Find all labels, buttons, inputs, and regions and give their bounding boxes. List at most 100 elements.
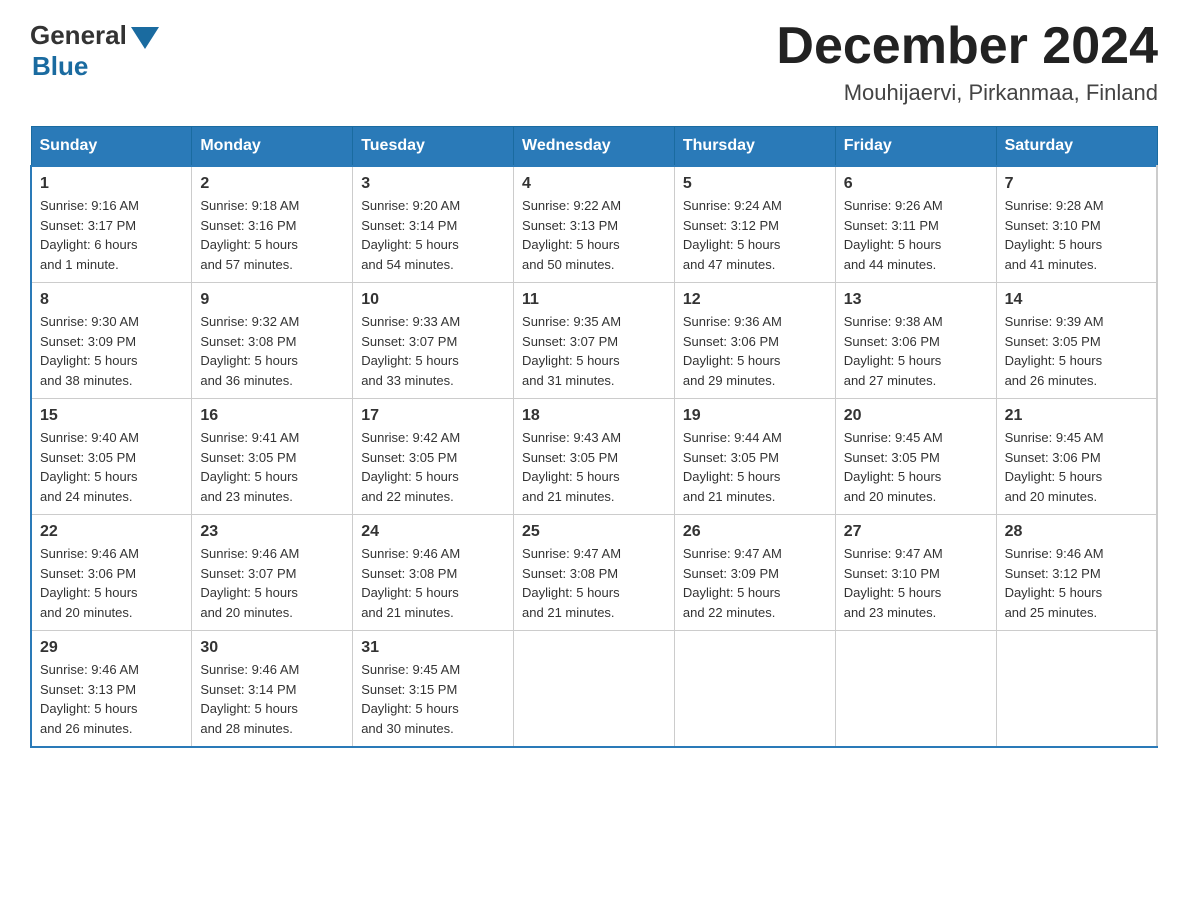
calendar-cell: 7Sunrise: 9:28 AMSunset: 3:10 PMDaylight… — [996, 166, 1157, 283]
day-info: Sunrise: 9:45 AMSunset: 3:15 PMDaylight:… — [361, 660, 505, 738]
calendar-week-row: 8 Sunrise: 9:30 AMSunset: 3:09 PMDaylight… — [31, 283, 1157, 399]
day-number: 29 — [40, 639, 183, 657]
calendar-cell: 2 Sunrise: 9:18 AMSunset: 3:16 PMDaylight… — [192, 166, 353, 283]
calendar-cell: 23 Sunrise: 9:46 AMSunset: 3:07 PMDayligh… — [192, 515, 353, 631]
calendar-cell: 20Sunrise: 9:45 AMSunset: 3:05 PMDayligh… — [835, 399, 996, 515]
calendar-cell: 27 Sunrise: 9:47 AMSunset: 3:10 PMDayligh… — [835, 515, 996, 631]
calendar-week-row: 15 Sunrise: 9:40 AMSunset: 3:05 PMDayligh… — [31, 399, 1157, 515]
location-text: Mouhijaervi, Pirkanmaa, Finland — [776, 80, 1158, 106]
calendar-cell: 31 Sunrise: 9:45 AMSunset: 3:15 PMDayligh… — [353, 631, 514, 748]
logo-general-text: General — [30, 20, 127, 51]
day-number: 7 — [1005, 175, 1148, 193]
calendar-cell: 22 Sunrise: 9:46 AMSunset: 3:06 PMDayligh… — [31, 515, 192, 631]
day-number: 1 — [40, 175, 183, 193]
day-info: Sunrise: 9:41 AMSunset: 3:05 PMDaylight:… — [200, 428, 344, 506]
day-info: Sunrise: 9:45 AMSunset: 3:06 PMDaylight:… — [1005, 428, 1148, 506]
page-header: General Blue December 2024 Mouhijaervi, … — [30, 20, 1158, 106]
calendar-cell: 1 Sunrise: 9:16 AMSunset: 3:17 PMDaylight… — [31, 166, 192, 283]
calendar-cell: 13 Sunrise: 9:38 AMSunset: 3:06 PMDayligh… — [835, 283, 996, 399]
month-title: December 2024 — [776, 20, 1158, 72]
day-number: 9 — [200, 291, 344, 309]
day-number: 13 — [844, 291, 988, 309]
day-info: Sunrise: 9:46 AMSunset: 3:13 PMDaylight:… — [40, 660, 183, 738]
logo-arrow-icon — [131, 27, 159, 49]
calendar-week-row: 29 Sunrise: 9:46 AMSunset: 3:13 PMDayligh… — [31, 631, 1157, 748]
day-info: Sunrise: 9:38 AMSunset: 3:06 PMDaylight:… — [844, 312, 988, 390]
calendar-cell: 19 Sunrise: 9:44 AMSunset: 3:05 PMDayligh… — [674, 399, 835, 515]
day-number: 10 — [361, 291, 505, 309]
header-thursday: Thursday — [674, 127, 835, 167]
calendar-cell: 18Sunrise: 9:43 AMSunset: 3:05 PMDayligh… — [514, 399, 675, 515]
day-info: Sunrise: 9:47 AMSunset: 3:08 PMDaylight:… — [522, 544, 666, 622]
calendar-cell: 26Sunrise: 9:47 AMSunset: 3:09 PMDayligh… — [674, 515, 835, 631]
calendar-cell: 16Sunrise: 9:41 AMSunset: 3:05 PMDayligh… — [192, 399, 353, 515]
day-number: 5 — [683, 175, 827, 193]
day-info: Sunrise: 9:40 AMSunset: 3:05 PMDaylight:… — [40, 428, 183, 506]
day-number: 22 — [40, 523, 183, 541]
day-info: Sunrise: 9:46 AMSunset: 3:08 PMDaylight:… — [361, 544, 505, 622]
day-number: 8 — [40, 291, 183, 309]
header-sunday: Sunday — [31, 127, 192, 167]
day-info: Sunrise: 9:44 AMSunset: 3:05 PMDaylight:… — [683, 428, 827, 506]
calendar-cell — [514, 631, 675, 748]
calendar-cell: 24 Sunrise: 9:46 AMSunset: 3:08 PMDayligh… — [353, 515, 514, 631]
day-number: 17 — [361, 407, 505, 425]
day-info: Sunrise: 9:36 AMSunset: 3:06 PMDaylight:… — [683, 312, 827, 390]
day-info: Sunrise: 9:42 AMSunset: 3:05 PMDaylight:… — [361, 428, 505, 506]
day-info: Sunrise: 9:39 AMSunset: 3:05 PMDaylight:… — [1005, 312, 1148, 390]
calendar-cell: 4 Sunrise: 9:22 AMSunset: 3:13 PMDaylight… — [514, 166, 675, 283]
logo: General Blue — [30, 20, 159, 82]
day-info: Sunrise: 9:24 AMSunset: 3:12 PMDaylight:… — [683, 196, 827, 274]
calendar-cell — [835, 631, 996, 748]
day-number: 24 — [361, 523, 505, 541]
day-info: Sunrise: 9:30 AMSunset: 3:09 PMDaylight:… — [40, 312, 183, 390]
calendar-cell: 28 Sunrise: 9:46 AMSunset: 3:12 PMDayligh… — [996, 515, 1157, 631]
day-info: Sunrise: 9:46 AMSunset: 3:14 PMDaylight:… — [200, 660, 344, 738]
day-number: 26 — [683, 523, 827, 541]
header-monday: Monday — [192, 127, 353, 167]
day-number: 28 — [1005, 523, 1148, 541]
header-tuesday: Tuesday — [353, 127, 514, 167]
day-info: Sunrise: 9:22 AMSunset: 3:13 PMDaylight:… — [522, 196, 666, 274]
day-info: Sunrise: 9:32 AMSunset: 3:08 PMDaylight:… — [200, 312, 344, 390]
calendar-cell: 15 Sunrise: 9:40 AMSunset: 3:05 PMDayligh… — [31, 399, 192, 515]
calendar-cell — [996, 631, 1157, 748]
calendar-cell: 6 Sunrise: 9:26 AMSunset: 3:11 PMDaylight… — [835, 166, 996, 283]
day-info: Sunrise: 9:46 AMSunset: 3:06 PMDaylight:… — [40, 544, 183, 622]
day-number: 2 — [200, 175, 344, 193]
day-info: Sunrise: 9:46 AMSunset: 3:07 PMDaylight:… — [200, 544, 344, 622]
calendar-cell: 5 Sunrise: 9:24 AMSunset: 3:12 PMDaylight… — [674, 166, 835, 283]
day-number: 23 — [200, 523, 344, 541]
day-info: Sunrise: 9:43 AMSunset: 3:05 PMDaylight:… — [522, 428, 666, 506]
day-info: Sunrise: 9:47 AMSunset: 3:10 PMDaylight:… — [844, 544, 988, 622]
calendar-cell: 12 Sunrise: 9:36 AMSunset: 3:06 PMDayligh… — [674, 283, 835, 399]
calendar-cell: 25Sunrise: 9:47 AMSunset: 3:08 PMDayligh… — [514, 515, 675, 631]
day-number: 15 — [40, 407, 183, 425]
day-info: Sunrise: 9:20 AMSunset: 3:14 PMDaylight:… — [361, 196, 505, 274]
calendar-cell: 8 Sunrise: 9:30 AMSunset: 3:09 PMDaylight… — [31, 283, 192, 399]
calendar-cell: 10Sunrise: 9:33 AMSunset: 3:07 PMDayligh… — [353, 283, 514, 399]
day-info: Sunrise: 9:18 AMSunset: 3:16 PMDaylight:… — [200, 196, 344, 274]
header-friday: Friday — [835, 127, 996, 167]
day-number: 31 — [361, 639, 505, 657]
day-number: 11 — [522, 291, 666, 309]
day-info: Sunrise: 9:26 AMSunset: 3:11 PMDaylight:… — [844, 196, 988, 274]
day-number: 6 — [844, 175, 988, 193]
day-number: 4 — [522, 175, 666, 193]
day-number: 19 — [683, 407, 827, 425]
calendar-cell — [674, 631, 835, 748]
calendar-table: SundayMondayTuesdayWednesdayThursdayFrid… — [30, 126, 1158, 748]
day-info: Sunrise: 9:16 AMSunset: 3:17 PMDaylight:… — [40, 196, 183, 274]
logo-blue-text: Blue — [32, 51, 88, 82]
calendar-cell: 11Sunrise: 9:35 AMSunset: 3:07 PMDayligh… — [514, 283, 675, 399]
calendar-cell: 14Sunrise: 9:39 AMSunset: 3:05 PMDayligh… — [996, 283, 1157, 399]
calendar-cell: 17 Sunrise: 9:42 AMSunset: 3:05 PMDayligh… — [353, 399, 514, 515]
day-info: Sunrise: 9:46 AMSunset: 3:12 PMDaylight:… — [1005, 544, 1148, 622]
calendar-header-row: SundayMondayTuesdayWednesdayThursdayFrid… — [31, 127, 1157, 167]
header-wednesday: Wednesday — [514, 127, 675, 167]
calendar-week-row: 1 Sunrise: 9:16 AMSunset: 3:17 PMDaylight… — [31, 166, 1157, 283]
day-number: 3 — [361, 175, 505, 193]
day-number: 27 — [844, 523, 988, 541]
day-number: 12 — [683, 291, 827, 309]
day-number: 21 — [1005, 407, 1148, 425]
